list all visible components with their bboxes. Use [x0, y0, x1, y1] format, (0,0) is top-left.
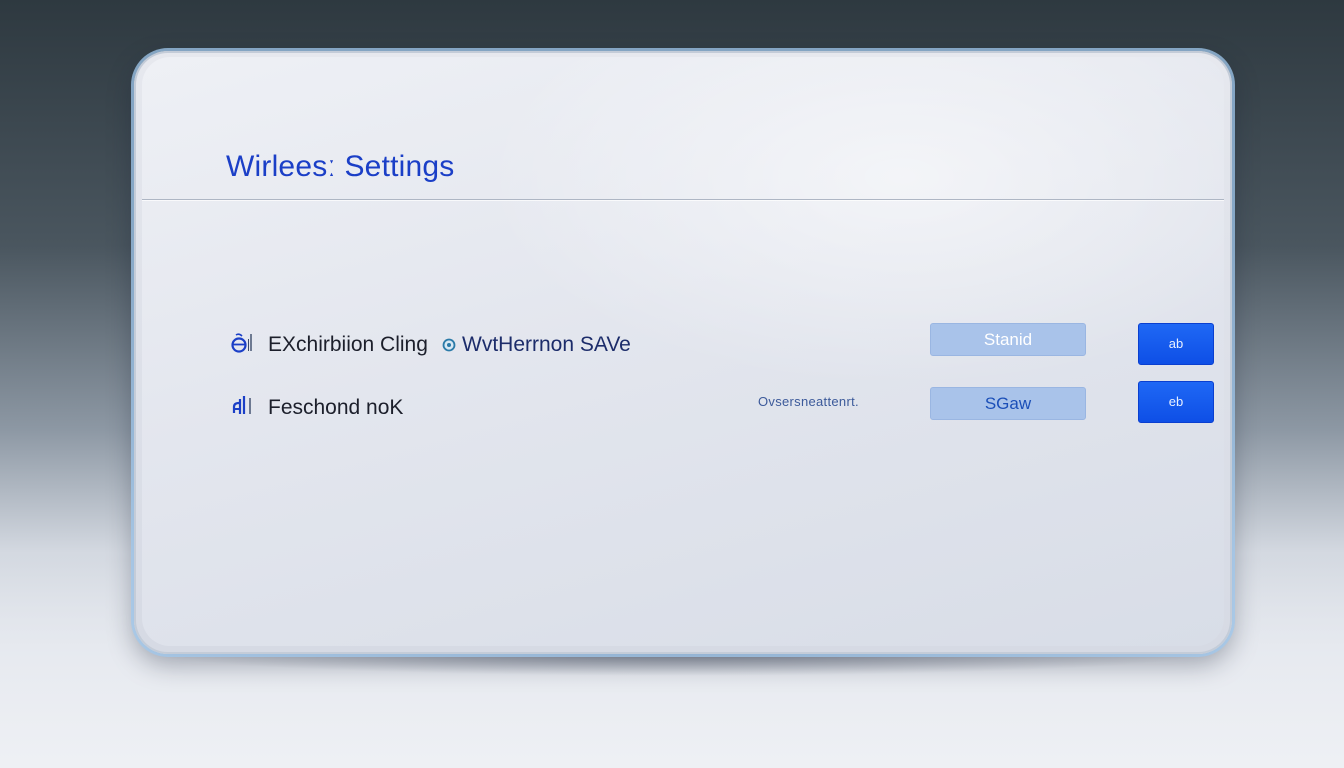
- wifi-signal-icon: [230, 331, 254, 355]
- setting-value-field[interactable]: [930, 387, 1086, 420]
- title-divider: [142, 199, 1224, 200]
- setting-label: Feschond noK: [268, 396, 404, 419]
- apply-button[interactable]: ab: [1138, 323, 1214, 365]
- setting-hint: Ovsersneattenrt.: [758, 394, 859, 409]
- apply-button[interactable]: eb: [1138, 381, 1214, 423]
- signal-bars-icon: [230, 394, 254, 418]
- setting-value-field[interactable]: [930, 323, 1086, 356]
- setting-row-2: Feschond noK Ovsersneattenrt. eb: [230, 381, 1214, 428]
- device-frame: Wirleesː Settings EXchirbiion Cling WvtH…: [134, 51, 1232, 654]
- setting-row-1: EXchirbiion Cling WvtHerrnon SAVe ab: [230, 323, 1214, 365]
- settings-screen: Wirleesː Settings EXchirbiion Cling WvtH…: [142, 57, 1224, 646]
- page-title: Wirleesː Settings: [226, 150, 455, 183]
- setting-label: EXchirbiion Cling: [268, 333, 428, 356]
- setting-link-text[interactable]: WvtHerrnon SAVe: [462, 333, 631, 357]
- info-badge-icon: [442, 338, 456, 352]
